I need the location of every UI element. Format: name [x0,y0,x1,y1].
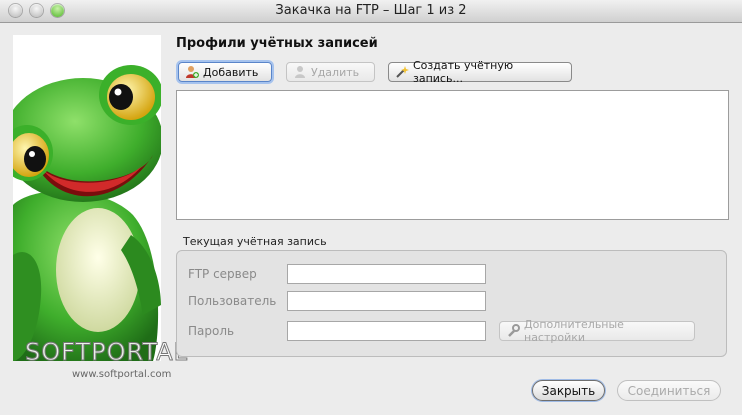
ftp-server-label: FTP сервер [188,267,257,281]
username-label: Пользователь [188,294,277,308]
advanced-settings-button[interactable]: Дополнительные настройки [499,318,695,344]
frog-illustration-panel [13,35,161,361]
username-field[interactable] [287,291,486,311]
ftp-server-field[interactable] [287,264,486,284]
title-bar: Закачка на FTP – Шаг 1 из 2 [0,0,742,23]
password-field[interactable] [287,321,486,341]
create-account-label: Создать учётную запись... [413,59,514,85]
profiles-title: Профили учётных записей [176,36,378,51]
delete-profile-button[interactable]: Удалить [286,62,375,82]
ftp-upload-window: Закачка на FTP – Шаг 1 из 2 SOFTPORTAL w… [0,0,742,415]
wrench-icon [506,324,520,338]
create-account-button[interactable]: Создать учётную запись... [388,59,572,85]
add-profile-label: Добавить [203,65,259,79]
close-button[interactable]: Закрыть [532,380,605,401]
frog-mascot-icon [13,65,161,361]
delete-user-icon [293,65,307,79]
profiles-list[interactable] [176,90,729,220]
add-profile-button[interactable]: Добавить [178,62,272,82]
advanced-settings-label: Дополнительные настройки [524,318,624,344]
wizard-icon [395,65,409,79]
window-title: Закачка на FTP – Шаг 1 из 2 [275,3,467,18]
softportal-watermark: SOFTPORTAL [24,338,189,367]
delete-profile-label: Удалить [311,65,360,79]
current-account-label: Текущая учётная запись [183,235,327,248]
add-user-icon [185,65,199,79]
password-label: Пароль [188,324,235,338]
connect-button[interactable]: Соединиться [617,380,721,401]
softportal-url-watermark: www.softportal.com [72,369,172,380]
